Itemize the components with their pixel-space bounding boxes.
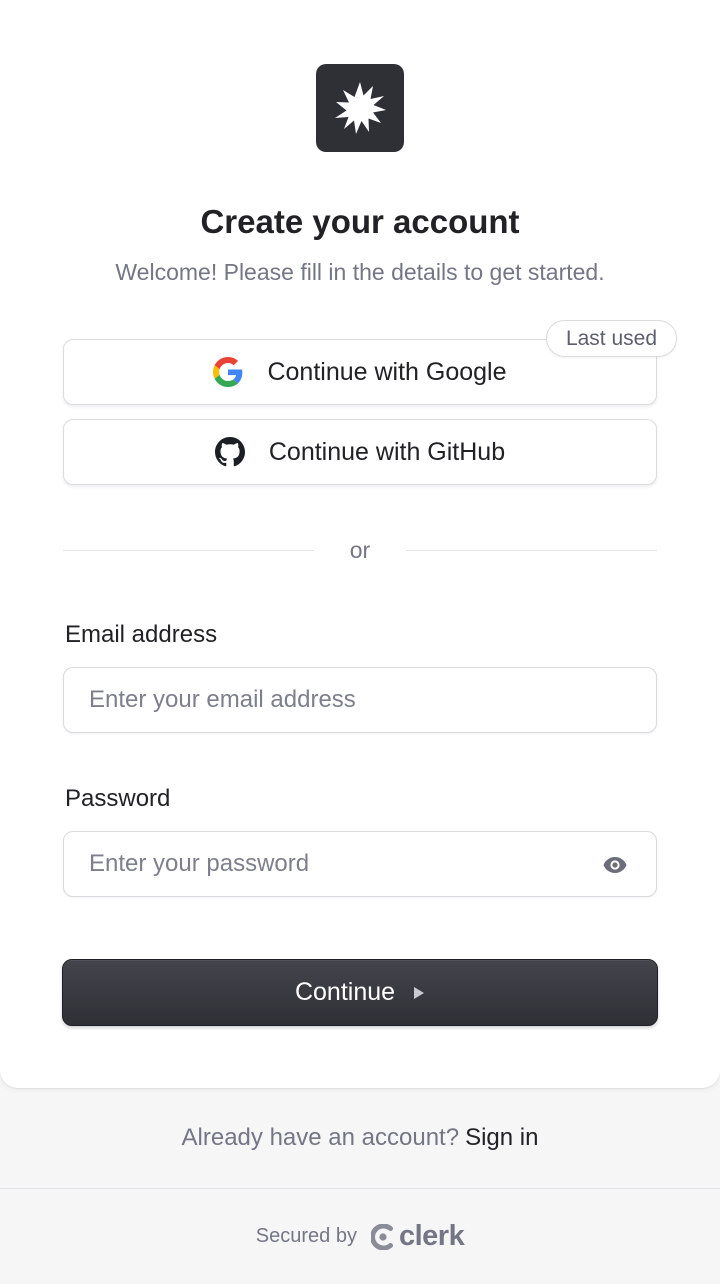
page-title: Create your account <box>200 203 520 240</box>
continue-button-label: Continue <box>294 978 396 1006</box>
sign-up-card: Create your account Welcome! Please fill… <box>0 0 720 1088</box>
sign-in-prompt-text: Already have an account? <box>181 1124 460 1151</box>
divider-line-right <box>406 550 657 551</box>
sign-in-prompt: Already have an account? Sign in <box>0 1124 720 1152</box>
app-logo <box>316 64 404 152</box>
last-used-badge: Last used <box>546 320 677 357</box>
secured-by-clerk: Secured by clerk <box>0 1220 720 1253</box>
password-field-wrapper <box>63 831 657 897</box>
footer-divider <box>0 1188 720 1189</box>
play-arrow-icon <box>414 986 425 999</box>
github-icon <box>214 437 245 467</box>
sign-in-link[interactable]: Sign in <box>465 1124 538 1151</box>
divider-line-left <box>63 550 314 551</box>
continue-with-github-button[interactable]: Continue with GitHub <box>63 419 657 485</box>
password-label: Password <box>65 785 171 812</box>
page-subtitle: Welcome! Please fill in the details to g… <box>115 259 605 285</box>
email-field-wrapper <box>63 667 657 733</box>
google-icon <box>213 357 243 387</box>
google-button-label: Continue with Google <box>267 357 507 386</box>
continue-button[interactable]: Continue <box>62 959 658 1026</box>
password-field[interactable] <box>64 832 656 896</box>
clerk-logo-icon <box>370 1223 393 1250</box>
email-field[interactable] <box>64 668 656 732</box>
clerk-brand-text: clerk <box>398 1220 465 1252</box>
divider-or: or <box>349 537 371 563</box>
secured-by-text: Secured by <box>255 1225 357 1247</box>
eye-icon[interactable] <box>602 853 628 877</box>
email-label: Email address <box>65 621 218 648</box>
github-button-label: Continue with GitHub <box>268 437 506 466</box>
starburst-logo-icon <box>335 82 386 134</box>
clerk-brand[interactable]: clerk <box>370 1220 465 1253</box>
